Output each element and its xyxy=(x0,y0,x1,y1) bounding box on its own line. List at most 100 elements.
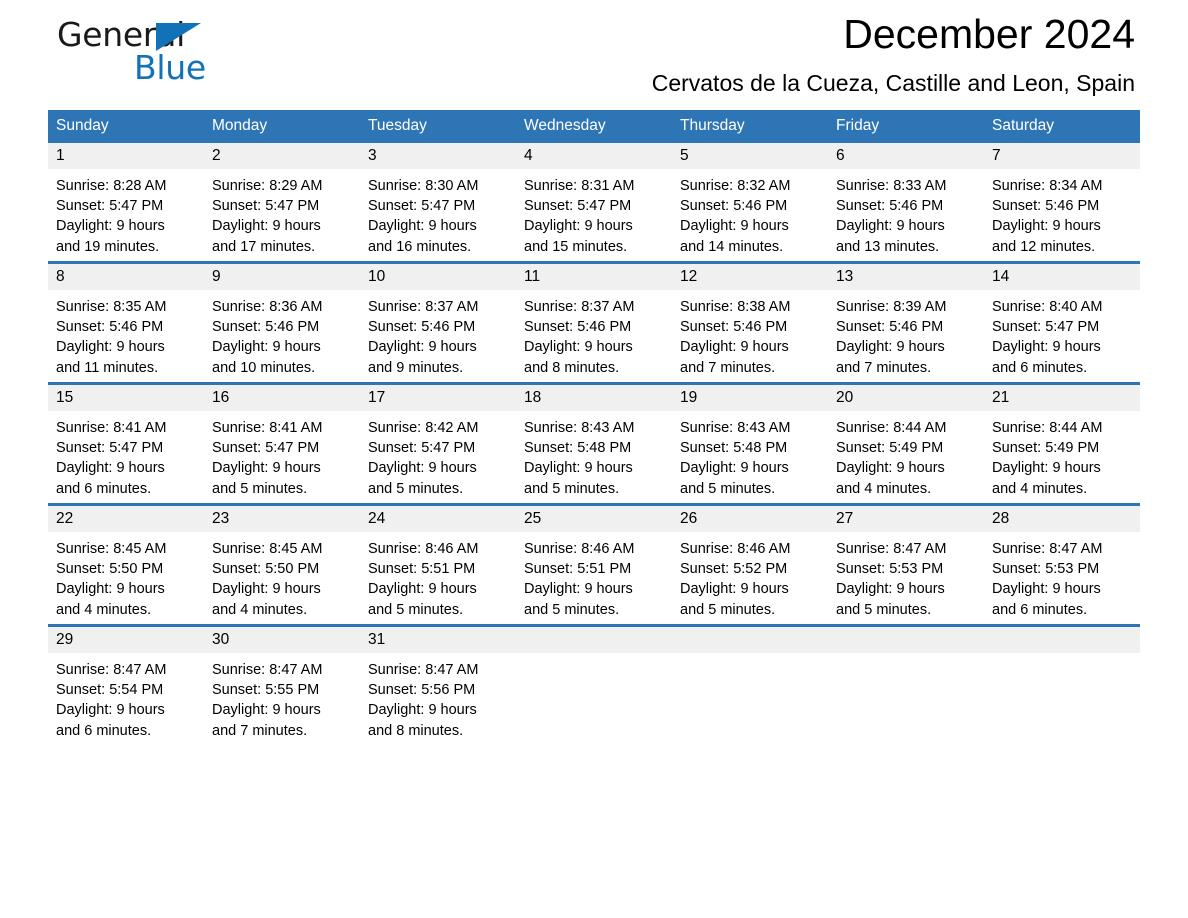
day-number: 16 xyxy=(204,385,360,411)
sunrise-text: Sunrise: 8:38 AM xyxy=(680,299,791,315)
daylight-text: Daylight: 9 hours xyxy=(992,218,1101,235)
calendar-day-cell[interactable]: 31 Sunrise: 8:47 AM Sunset: 5:56 PM Dayligh… xyxy=(360,624,516,745)
calendar-day-cell[interactable]: 21 Sunrise: 8:44 AM Sunset: 5:49 PM Dayligh… xyxy=(984,382,1140,505)
sunset-text: Sunset: 5:46 PM xyxy=(368,319,476,336)
calendar-day-cell[interactable]: 24 Sunrise: 8:46 AM Sunset: 5:51 PM Dayligh… xyxy=(360,503,516,626)
day-details: Sunrise: 8:37 AM Sunset: 5:46 PM Daylight:… xyxy=(360,290,516,378)
day-cell-inner: 26 Sunrise: 8:46 AM Sunset: 5:52 PM Dayligh… xyxy=(672,506,828,624)
calendar-day-cell[interactable]: 30 Sunrise: 8:47 AM Sunset: 5:55 PM Dayligh… xyxy=(204,624,360,745)
page-subtitle: Cervatos de la Cueza, Castille and Leon,… xyxy=(651,70,1135,96)
sunrise-text: Sunrise: 8:33 AM xyxy=(836,178,947,194)
sunset-text: Sunset: 5:49 PM xyxy=(992,440,1100,457)
sunset-text: Sunset: 5:46 PM xyxy=(836,198,944,215)
sunrise-text: Sunrise: 8:37 AM xyxy=(524,299,635,315)
calendar-day-cell[interactable]: 19 Sunrise: 8:43 AM Sunset: 5:48 PM Dayligh… xyxy=(672,382,828,505)
sunset-text: Sunset: 5:46 PM xyxy=(992,198,1100,215)
calendar-week-row: 8 Sunrise: 8:35 AM Sunset: 5:46 PM Daylight… xyxy=(48,261,1140,384)
weekday-header-friday: Friday xyxy=(828,110,984,143)
day-number: 4 xyxy=(516,143,672,169)
calendar-day-cell[interactable]: 14 Sunrise: 8:40 AM Sunset: 5:47 PM Dayligh… xyxy=(984,261,1140,384)
calendar-day-cell[interactable]: 23 Sunrise: 8:45 AM Sunset: 5:50 PM Dayligh… xyxy=(204,503,360,626)
day-details xyxy=(984,653,1140,660)
calendar-day-cell[interactable]: 4 Sunrise: 8:31 AM Sunset: 5:47 PM Daylight… xyxy=(516,143,672,263)
calendar-day-cell[interactable]: 6 Sunrise: 8:33 AM Sunset: 5:46 PM Daylight… xyxy=(828,143,984,263)
calendar-day-cell[interactable]: 8 Sunrise: 8:35 AM Sunset: 5:46 PM Daylight… xyxy=(48,261,204,384)
daylight-text: Daylight: 9 hours xyxy=(212,218,321,235)
sunrise-text: Sunrise: 8:29 AM xyxy=(212,178,323,194)
page-header: General Blue December 2024 Cervatos de l… xyxy=(48,0,1140,110)
calendar-day-cell[interactable]: 22 Sunrise: 8:45 AM Sunset: 5:50 PM Dayligh… xyxy=(48,503,204,626)
sunset-text: Sunset: 5:54 PM xyxy=(56,682,164,699)
day-cell-inner: 1 Sunrise: 8:28 AM Sunset: 5:47 PM Daylight… xyxy=(48,143,204,261)
daylight-text: Daylight: 9 hours xyxy=(836,460,945,477)
day-number: 26 xyxy=(672,506,828,532)
calendar-day-cell[interactable]: 29 Sunrise: 8:47 AM Sunset: 5:54 PM Dayligh… xyxy=(48,624,204,745)
day-cell-inner xyxy=(984,627,1140,745)
daylight-text: and 11 minutes. xyxy=(56,359,159,376)
day-details: Sunrise: 8:40 AM Sunset: 5:47 PM Daylight:… xyxy=(984,290,1140,378)
calendar-day-cell[interactable]: 27 Sunrise: 8:47 AM Sunset: 5:53 PM Dayligh… xyxy=(828,503,984,626)
calendar-day-cell[interactable]: 12 Sunrise: 8:38 AM Sunset: 5:46 PM Dayligh… xyxy=(672,261,828,384)
sunset-text: Sunset: 5:50 PM xyxy=(56,561,164,578)
calendar-day-cell[interactable]: 2 Sunrise: 8:29 AM Sunset: 5:47 PM Daylight… xyxy=(204,143,360,263)
calendar-day-cell[interactable]: 9 Sunrise: 8:36 AM Sunset: 5:46 PM Daylight… xyxy=(204,261,360,384)
calendar-header: Sunday Monday Tuesday Wednesday Thursday Frid… xyxy=(48,110,1140,143)
day-details xyxy=(828,653,984,660)
day-details: Sunrise: 8:41 AM Sunset: 5:47 PM Daylight:… xyxy=(48,411,204,499)
sunset-text: Sunset: 5:56 PM xyxy=(368,682,476,699)
sunrise-text: Sunrise: 8:47 AM xyxy=(212,662,323,678)
sunset-text: Sunset: 5:46 PM xyxy=(680,319,788,336)
calendar-day-cell[interactable]: 10 Sunrise: 8:37 AM Sunset: 5:46 PM Dayligh… xyxy=(360,261,516,384)
daylight-text: and 6 minutes. xyxy=(992,359,1088,376)
calendar-day-cell[interactable]: 16 Sunrise: 8:41 AM Sunset: 5:47 PM Dayligh… xyxy=(204,382,360,505)
sunset-text: Sunset: 5:47 PM xyxy=(212,198,320,215)
day-number: 1 xyxy=(48,143,204,169)
sunrise-text: Sunrise: 8:46 AM xyxy=(680,541,791,557)
weekday-header-sunday: Sunday xyxy=(48,110,204,143)
calendar-day-cell[interactable]: 15 Sunrise: 8:41 AM Sunset: 5:47 PM Dayligh… xyxy=(48,382,204,505)
sunrise-text: Sunrise: 8:35 AM xyxy=(56,299,167,315)
calendar-day-cell[interactable]: 18 Sunrise: 8:43 AM Sunset: 5:48 PM Dayligh… xyxy=(516,382,672,505)
day-details: Sunrise: 8:47 AM Sunset: 5:53 PM Daylight:… xyxy=(828,532,984,620)
day-number: 14 xyxy=(984,264,1140,290)
sunrise-text: Sunrise: 8:37 AM xyxy=(368,299,479,315)
daylight-text: Daylight: 9 hours xyxy=(836,218,945,235)
day-details: Sunrise: 8:38 AM Sunset: 5:46 PM Daylight:… xyxy=(672,290,828,378)
calendar-day-cell[interactable]: 28 Sunrise: 8:47 AM Sunset: 5:53 PM Dayligh… xyxy=(984,503,1140,626)
day-cell-inner: 22 Sunrise: 8:45 AM Sunset: 5:50 PM Dayligh… xyxy=(48,506,204,624)
daylight-text: and 5 minutes. xyxy=(524,601,620,618)
day-cell-inner: 21 Sunrise: 8:44 AM Sunset: 5:49 PM Dayligh… xyxy=(984,385,1140,503)
day-details: Sunrise: 8:37 AM Sunset: 5:46 PM Daylight:… xyxy=(516,290,672,378)
daylight-text: Daylight: 9 hours xyxy=(212,702,321,719)
daylight-text: Daylight: 9 hours xyxy=(680,581,789,598)
calendar-day-cell[interactable]: 7 Sunrise: 8:34 AM Sunset: 5:46 PM Daylight… xyxy=(984,143,1140,263)
calendar-body: 1 Sunrise: 8:28 AM Sunset: 5:47 PM Daylight… xyxy=(48,143,1140,745)
day-number: 6 xyxy=(828,143,984,169)
calendar-day-cell[interactable]: 13 Sunrise: 8:39 AM Sunset: 5:46 PM Dayligh… xyxy=(828,261,984,384)
day-details: Sunrise: 8:43 AM Sunset: 5:48 PM Daylight:… xyxy=(516,411,672,499)
calendar-day-cell[interactable]: 20 Sunrise: 8:44 AM Sunset: 5:49 PM Dayligh… xyxy=(828,382,984,505)
general-blue-logo[interactable]: General Blue xyxy=(57,16,257,96)
day-number: 13 xyxy=(828,264,984,290)
calendar-day-cell[interactable]: 17 Sunrise: 8:42 AM Sunset: 5:47 PM Dayligh… xyxy=(360,382,516,505)
weekday-header-wednesday: Wednesday xyxy=(516,110,672,143)
daylight-text: and 17 minutes. xyxy=(212,238,316,255)
day-details: Sunrise: 8:33 AM Sunset: 5:46 PM Daylight:… xyxy=(828,169,984,257)
logo-triangle-icon xyxy=(156,23,201,51)
day-details: Sunrise: 8:36 AM Sunset: 5:46 PM Daylight:… xyxy=(204,290,360,378)
sunrise-text: Sunrise: 8:28 AM xyxy=(56,178,167,194)
day-details: Sunrise: 8:30 AM Sunset: 5:47 PM Daylight:… xyxy=(360,169,516,257)
day-number xyxy=(516,627,672,653)
sunrise-text: Sunrise: 8:43 AM xyxy=(680,420,791,436)
calendar-day-cell[interactable]: 11 Sunrise: 8:37 AM Sunset: 5:46 PM Dayligh… xyxy=(516,261,672,384)
calendar-day-cell[interactable]: 3 Sunrise: 8:30 AM Sunset: 5:47 PM Daylight… xyxy=(360,143,516,263)
day-number: 5 xyxy=(672,143,828,169)
day-details: Sunrise: 8:29 AM Sunset: 5:47 PM Daylight:… xyxy=(204,169,360,257)
calendar-day-cell-empty xyxy=(984,624,1140,745)
day-number xyxy=(828,627,984,653)
sunset-text: Sunset: 5:50 PM xyxy=(212,561,320,578)
calendar-day-cell[interactable]: 5 Sunrise: 8:32 AM Sunset: 5:46 PM Daylight… xyxy=(672,143,828,263)
calendar-day-cell[interactable]: 1 Sunrise: 8:28 AM Sunset: 5:47 PM Daylight… xyxy=(48,143,204,263)
calendar-day-cell[interactable]: 25 Sunrise: 8:46 AM Sunset: 5:51 PM Dayligh… xyxy=(516,503,672,626)
calendar-day-cell[interactable]: 26 Sunrise: 8:46 AM Sunset: 5:52 PM Dayligh… xyxy=(672,503,828,626)
